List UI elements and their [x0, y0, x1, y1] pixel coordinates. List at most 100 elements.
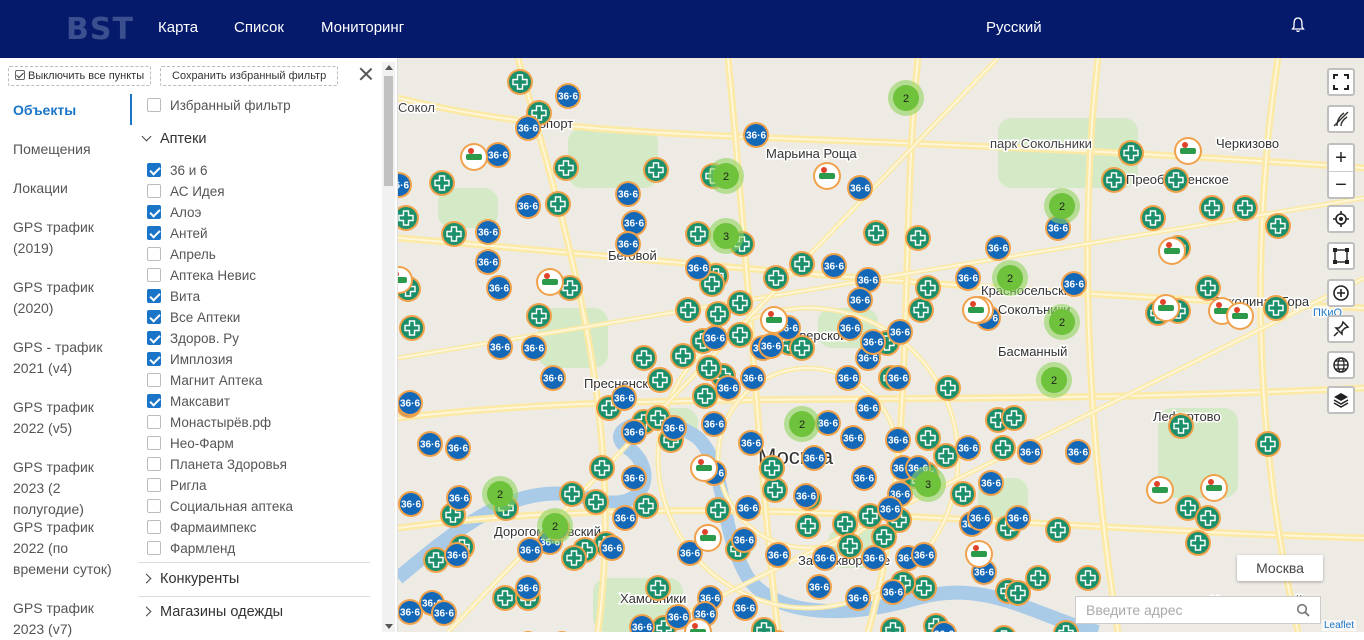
pharmacy-marker-cross[interactable] — [795, 513, 821, 539]
pharmacy-marker-cross[interactable] — [1118, 140, 1144, 166]
pharmacy-marker-cross[interactable] — [759, 455, 785, 481]
bell-icon[interactable] — [1289, 16, 1307, 34]
map-attribution[interactable]: Leaflet — [1322, 620, 1357, 631]
scroll-down-icon[interactable] — [385, 624, 393, 629]
pharmacy-marker-36-6[interactable]: 36·6 — [955, 265, 981, 291]
pharmacy-marker-36-6[interactable]: 36·6 — [885, 427, 911, 453]
pharmacy-marker-cross[interactable] — [1168, 413, 1194, 439]
pharmacy-marker-cross[interactable] — [832, 511, 858, 537]
pharmacy-marker-cross[interactable] — [441, 221, 467, 247]
pharmacy-marker-36-6[interactable]: 36·6 — [475, 219, 501, 245]
pharmacy-row[interactable]: Ригла — [147, 478, 207, 498]
pharmacy-marker-36-6[interactable]: 36·6 — [398, 390, 423, 416]
checkbox[interactable] — [147, 310, 161, 324]
pharmacy-marker-cross[interactable] — [696, 355, 722, 381]
pharmacy-marker-cross[interactable] — [705, 301, 731, 327]
pharmacy-marker-cross[interactable] — [583, 489, 609, 515]
pharmacy-marker-cross[interactable] — [935, 375, 961, 401]
pharmacy-row[interactable]: Алоэ — [147, 205, 201, 225]
scroll-up-icon[interactable] — [385, 65, 393, 70]
close-icon[interactable] — [358, 66, 374, 82]
layers-icon[interactable] — [1327, 386, 1355, 414]
pharmacy-marker-36-6[interactable]: 36·6 — [685, 255, 711, 281]
pharmacy-marker-other[interactable] — [536, 268, 564, 296]
checkbox[interactable] — [147, 541, 161, 555]
checkbox[interactable] — [147, 352, 161, 366]
pin-icon[interactable] — [1327, 315, 1355, 343]
pharmacy-marker-cross[interactable] — [1195, 275, 1221, 301]
pharmacy-marker-36-6[interactable]: 36·6 — [758, 333, 784, 359]
checkbox[interactable] — [147, 289, 161, 303]
pharmacy-marker-36-6[interactable]: 36·6 — [445, 435, 471, 461]
pharmacy-marker-cross[interactable] — [1075, 565, 1101, 591]
tab-gps-2021[interactable]: GPS - трафик 2021 (v4) — [13, 337, 125, 379]
pharmacy-marker-36-6[interactable]: 36·6 — [444, 542, 470, 568]
pharmacy-row[interactable]: Фармаимпекс — [147, 520, 257, 540]
pharmacy-marker-36-6[interactable]: 36·6 — [487, 334, 513, 360]
pharmacy-marker-cross[interactable] — [589, 455, 615, 481]
pharmacy-marker-36-6[interactable]: 36·6 — [812, 545, 838, 571]
tab-gps-2022-time[interactable]: GPS трафик 2022 (по времени суток) — [13, 517, 125, 580]
pharmacy-marker-cross[interactable] — [705, 497, 731, 523]
pharmacy-marker-cross[interactable] — [526, 303, 552, 329]
checkbox[interactable] — [147, 499, 161, 513]
pharmacy-marker-cross[interactable] — [685, 221, 711, 247]
tab-gps-2019[interactable]: GPS трафик (2019) — [13, 217, 125, 259]
pharmacy-marker-36-6[interactable]: 36·6 — [860, 329, 886, 355]
checkbox[interactable] — [147, 268, 161, 282]
scroll-thumb[interactable] — [384, 76, 393, 186]
pharmacy-marker-36-6[interactable]: 36·6 — [911, 542, 937, 568]
pharmacy-marker-cross[interactable] — [645, 575, 671, 601]
pharmacy-marker-cross[interactable] — [399, 315, 425, 341]
marker-cluster[interactable]: 2 — [888, 80, 924, 116]
pharmacy-marker-36-6[interactable]: 36·6 — [880, 579, 906, 605]
pharmacy-marker-cross[interactable] — [762, 477, 788, 503]
pharmacy-marker-other[interactable] — [1200, 474, 1228, 502]
checkbox[interactable] — [147, 163, 161, 177]
pharmacy-marker-36-6[interactable]: 36·6 — [615, 231, 641, 257]
pharmacy-marker-cross[interactable] — [763, 265, 789, 291]
pharmacy-marker-36-6[interactable]: 36·6 — [845, 585, 871, 611]
pharmacy-row[interactable]: Все Аптеки — [147, 310, 240, 330]
pharmacy-marker-cross[interactable] — [1163, 167, 1189, 193]
checkbox[interactable] — [147, 226, 161, 240]
pharmacy-marker-cross[interactable] — [398, 205, 419, 231]
save-filter-button[interactable]: Сохранить избранный фильтр — [160, 66, 339, 86]
pharmacy-marker-36-6[interactable]: 36·6 — [877, 496, 903, 522]
pharmacy-marker-other[interactable] — [460, 143, 488, 171]
pharmacy-marker-36-6[interactable]: 36·6 — [475, 249, 501, 275]
toggle-all-button[interactable]: Выключить все пункты — [8, 66, 152, 86]
pharmacy-marker-36-6[interactable]: 36·6 — [806, 574, 832, 600]
pharmacy-marker-cross[interactable] — [950, 481, 976, 507]
pharmacy-marker-36-6[interactable]: 36·6 — [855, 395, 881, 421]
pharmacy-marker-cross[interactable] — [1265, 213, 1291, 239]
pharmacy-marker-36-6[interactable]: 36·6 — [887, 319, 913, 345]
tab-premises[interactable]: Помещения — [13, 139, 125, 160]
pharmacy-marker-36-6[interactable]: 36·6 — [555, 83, 581, 109]
pharmacy-row[interactable]: Аптека Невис — [147, 268, 256, 288]
nav-list[interactable]: Список — [234, 19, 284, 36]
pharmacy-marker-36-6[interactable]: 36·6 — [840, 425, 866, 451]
tab-gps-2020[interactable]: GPS трафик (2020) — [13, 277, 125, 319]
marker-cluster[interactable]: 2 — [784, 406, 820, 442]
pharmacy-marker-cross[interactable] — [1101, 167, 1127, 193]
pharmacy-marker-cross[interactable] — [429, 170, 455, 196]
checkbox[interactable] — [147, 436, 161, 450]
group-clothing[interactable]: Магазины одежды — [141, 604, 283, 620]
pharmacy-marker-cross[interactable] — [880, 617, 906, 632]
pharmacy-marker-36-6[interactable]: 36·6 — [735, 495, 761, 521]
checkbox[interactable] — [147, 205, 161, 219]
pharmacy-row[interactable]: Максавит — [147, 394, 230, 414]
pharmacy-row[interactable]: Фармленд — [147, 541, 235, 561]
pharmacy-marker-other[interactable] — [1158, 237, 1186, 265]
pharmacy-marker-36-6[interactable]: 36·6 — [611, 385, 637, 411]
pharmacy-marker-36-6[interactable]: 36·6 — [701, 411, 727, 437]
draw-rectangle-icon[interactable] — [1327, 242, 1355, 270]
checkbox[interactable] — [147, 415, 161, 429]
pharmacy-marker-cross[interactable] — [1199, 195, 1225, 221]
pharmacy-marker-other[interactable] — [962, 296, 990, 324]
pharmacy-marker-36-6[interactable]: 36·6 — [847, 287, 873, 313]
ruler-icon[interactable] — [1327, 105, 1355, 133]
pharmacy-marker-cross[interactable] — [1263, 295, 1289, 321]
pharmacy-marker-36-6[interactable]: 36·6 — [599, 535, 625, 561]
